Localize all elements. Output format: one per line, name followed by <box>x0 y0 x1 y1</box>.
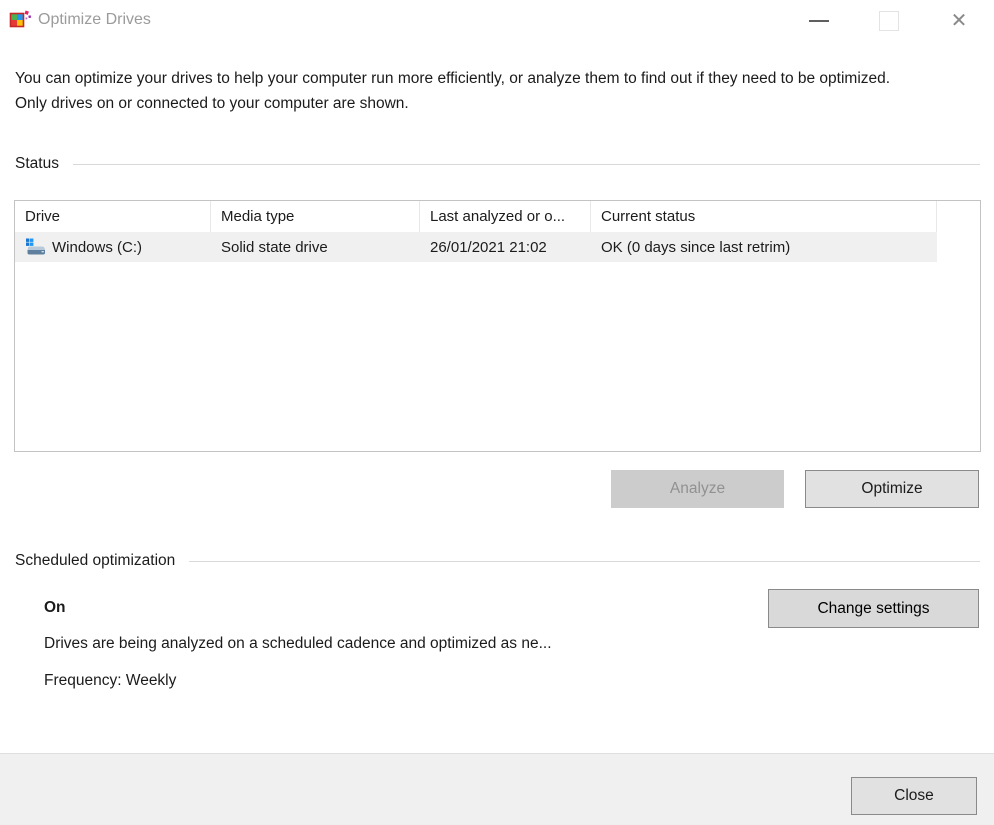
scheduled-description: Drives are being analyzed on a scheduled… <box>44 635 552 653</box>
last-analyzed-cell: 26/01/2021 21:02 <box>420 232 591 262</box>
media-type-cell: Solid state drive <box>211 232 420 262</box>
drive-name: Windows (C:) <box>52 239 142 256</box>
scheduled-section-header: Scheduled optimization <box>15 552 980 570</box>
column-header-last-analyzed[interactable]: Last analyzed or o... <box>420 201 591 232</box>
current-status-cell: OK (0 days since last retrim) <box>591 232 937 262</box>
maximize-button[interactable] <box>854 0 924 42</box>
windows-drive-icon <box>25 237 47 257</box>
drive-cell: Windows (C:) <box>15 232 211 262</box>
status-label: Status <box>15 155 59 173</box>
dialog-footer <box>0 753 994 825</box>
scheduled-frequency: Frequency: Weekly <box>44 672 176 690</box>
status-section-header: Status <box>15 155 980 173</box>
scheduled-optimization-label: Scheduled optimization <box>15 552 175 570</box>
title-bar: Optimize Drives ✕ <box>0 0 994 42</box>
column-header-drive[interactable]: Drive <box>15 201 211 232</box>
minimize-icon <box>809 20 829 22</box>
maximize-icon <box>879 11 899 31</box>
minimize-button[interactable] <box>784 0 854 42</box>
drive-list[interactable]: Drive Media type Last analyzed or o... C… <box>14 200 981 452</box>
scheduled-rule <box>189 561 980 562</box>
intro-text: You can optimize your drives to help you… <box>15 66 920 116</box>
window-title: Optimize Drives <box>38 11 151 29</box>
column-header-current-status[interactable]: Current status <box>591 201 937 232</box>
drive-row[interactable]: Windows (C:) Solid state drive 26/01/202… <box>15 232 937 262</box>
analyze-button[interactable]: Analyze <box>611 470 784 508</box>
status-rule <box>73 164 980 165</box>
optimize-button[interactable]: Optimize <box>805 470 979 508</box>
defrag-app-icon <box>9 9 33 33</box>
close-icon: ✕ <box>951 11 968 31</box>
close-button[interactable]: ✕ <box>924 0 994 42</box>
column-header-media-type[interactable]: Media type <box>211 201 420 232</box>
change-settings-button[interactable]: Change settings <box>768 589 979 628</box>
scheduled-state: On <box>44 599 66 617</box>
close-dialog-button[interactable]: Close <box>851 777 977 815</box>
drive-list-header: Drive Media type Last analyzed or o... C… <box>15 201 980 232</box>
window-controls: ✕ <box>784 0 994 42</box>
